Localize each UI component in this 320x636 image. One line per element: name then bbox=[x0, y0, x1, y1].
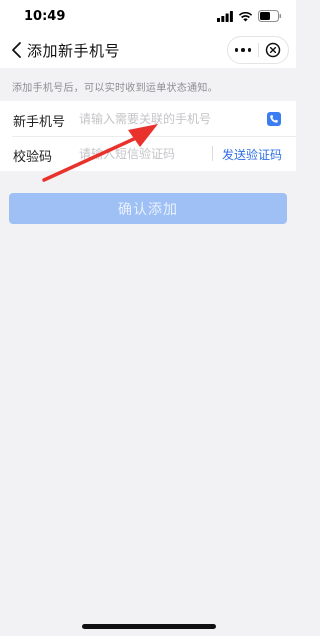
code-row: 校验码 发送验证码 bbox=[0, 136, 296, 171]
phone-input[interactable] bbox=[79, 108, 249, 130]
code-separator bbox=[212, 146, 213, 161]
send-code-button[interactable]: 发送验证码 bbox=[222, 146, 282, 163]
back-icon[interactable] bbox=[10, 41, 24, 59]
phone-label: 新手机号 bbox=[13, 115, 66, 130]
code-input[interactable] bbox=[79, 143, 207, 165]
home-indicator bbox=[82, 624, 216, 629]
status-time: 10:49 bbox=[24, 9, 66, 24]
close-circle-icon[interactable] bbox=[259, 37, 289, 63]
annotation-arrow bbox=[42, 124, 158, 182]
phone-contact-icon[interactable] bbox=[267, 112, 281, 126]
status-bar: 10:49 bbox=[0, 0, 296, 32]
more-icon[interactable] bbox=[228, 37, 258, 63]
confirm-add-button[interactable]: 确认添加 bbox=[9, 193, 287, 224]
phone-row: 新手机号 bbox=[0, 101, 296, 136]
code-label: 校验码 bbox=[13, 150, 53, 165]
nav-bar: 添加新手机号 bbox=[0, 32, 296, 68]
status-icons bbox=[217, 10, 282, 22]
miniprogram-capsule bbox=[227, 36, 289, 64]
phone-form: 新手机号 校验码 发送验证码 bbox=[0, 101, 296, 171]
notice-text: 添加手机号后，可以实时收到运单状态通知。 bbox=[12, 83, 218, 94]
page-title: 添加新手机号 bbox=[27, 42, 121, 60]
battery-icon bbox=[258, 10, 282, 22]
signal-icon bbox=[217, 10, 233, 22]
wifi-icon bbox=[238, 11, 253, 21]
